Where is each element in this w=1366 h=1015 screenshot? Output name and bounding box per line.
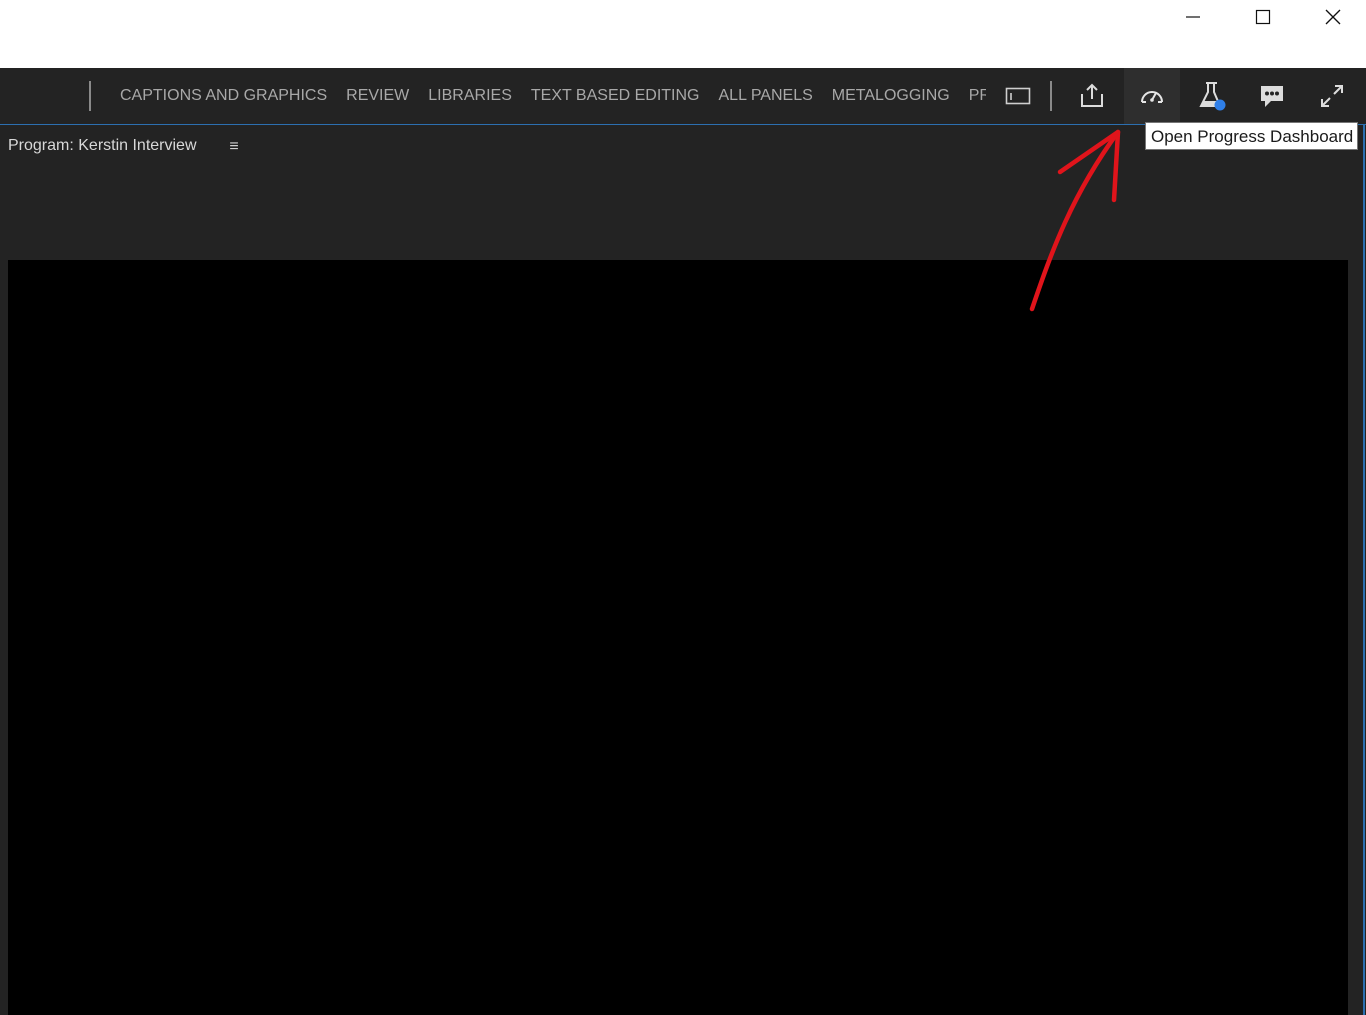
close-button[interactable] <box>1298 0 1366 34</box>
program-monitor-video <box>8 260 1348 1015</box>
minimize-button[interactable] <box>1158 0 1228 34</box>
fullscreen-button[interactable] <box>1304 68 1360 124</box>
workspace-tab-captions-and-graphics[interactable]: CAPTIONS AND GRAPHICS <box>110 68 336 124</box>
beta-features-button[interactable] <box>1184 68 1240 124</box>
maximize-icon <box>1255 9 1271 25</box>
workspace-tab-metalogging[interactable]: METALOGGING <box>822 68 959 124</box>
workspace-tab-all-panels[interactable]: ALL PANELS <box>709 68 822 124</box>
workspace-toolbar: CAPTIONS AND GRAPHICS REVIEW LIBRARIES TEXT… <box>0 68 1366 125</box>
share-icon <box>1081 83 1103 107</box>
flask-icon <box>1199 82 1226 111</box>
workspace-tabs: CAPTIONS AND GRAPHICS REVIEW LIBRARIES TEXT… <box>110 68 986 124</box>
panel-title: Program: Kerstin Interview <box>8 137 197 154</box>
speedometer-icon <box>1141 91 1163 103</box>
toolbar-divider <box>89 81 91 111</box>
workspace-menu-button[interactable] <box>990 68 1046 124</box>
panel-focus-border <box>1363 125 1365 1015</box>
workspace-tab-libraries[interactable]: LIBRARIES <box>418 68 521 124</box>
maximize-button[interactable] <box>1228 0 1298 34</box>
window-titlebar <box>0 0 1366 68</box>
workspace-menu-icon <box>1005 87 1031 105</box>
workspace-tab-review[interactable]: REVIEW <box>336 68 418 124</box>
workspace-tab-text-based-editing[interactable]: TEXT BASED EDITING <box>521 68 709 124</box>
tooltip: Open Progress Dashboard <box>1145 122 1359 150</box>
expand-icon <box>1321 85 1343 107</box>
panel-menu-icon[interactable]: ≡ <box>226 138 242 156</box>
minimize-icon <box>1186 16 1200 18</box>
chat-bubble-icon <box>1261 86 1283 107</box>
toolbar-divider <box>1050 81 1052 111</box>
workspace-tab-production[interactable]: PRODUCTION <box>959 68 986 124</box>
share-button[interactable] <box>1064 68 1120 124</box>
close-icon <box>1325 9 1341 25</box>
feedback-button[interactable] <box>1244 68 1300 124</box>
beta-badge <box>1214 99 1226 111</box>
progress-dashboard-button[interactable] <box>1124 68 1180 124</box>
